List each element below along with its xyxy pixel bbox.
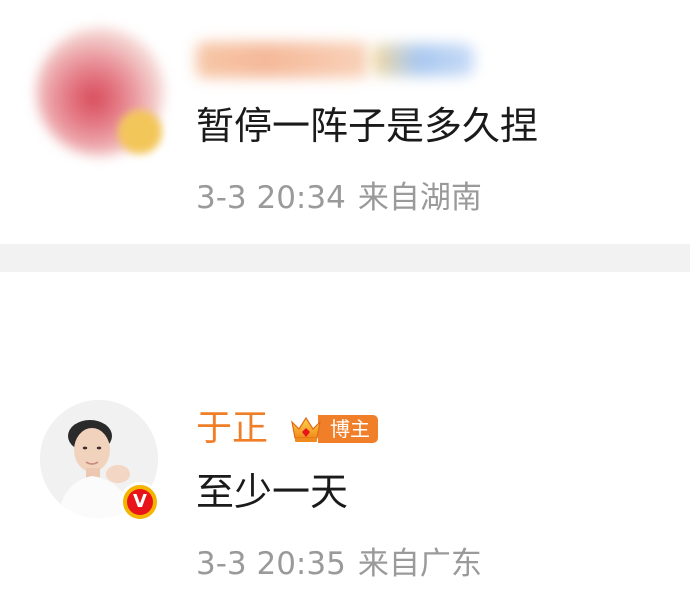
comment-text: 暂停一阵子是多久捏 [196,104,539,148]
verified-badge-blurred [118,110,162,154]
verified-icon: V [120,482,160,522]
crown-icon [291,416,321,442]
comment-location: 来自广东 [357,546,482,582]
author-badge: 博主 [286,412,378,446]
comment-text: 至少一天 [196,470,349,514]
comment-timestamp: 3-3 20:34 [196,180,346,216]
comment-meta: 3-3 20:34 来自湖南 [196,180,482,216]
username[interactable]: 于正 [196,408,268,450]
section-divider [0,244,690,272]
comment-item[interactable]: V 于正 博主 至少一天 3-3 20:35 来自广东 [0,272,690,603]
author-badge-label: 博主 [318,415,378,443]
username-blurred[interactable] [196,42,368,78]
user-level-badge-blurred [372,44,474,76]
comment-item[interactable]: 暂停一阵子是多久捏 3-3 20:34 来自湖南 [0,0,690,244]
comment-meta: 3-3 20:35 来自广东 [196,546,482,582]
comment-location: 来自湖南 [357,180,482,216]
comment-timestamp: 3-3 20:35 [196,546,346,582]
